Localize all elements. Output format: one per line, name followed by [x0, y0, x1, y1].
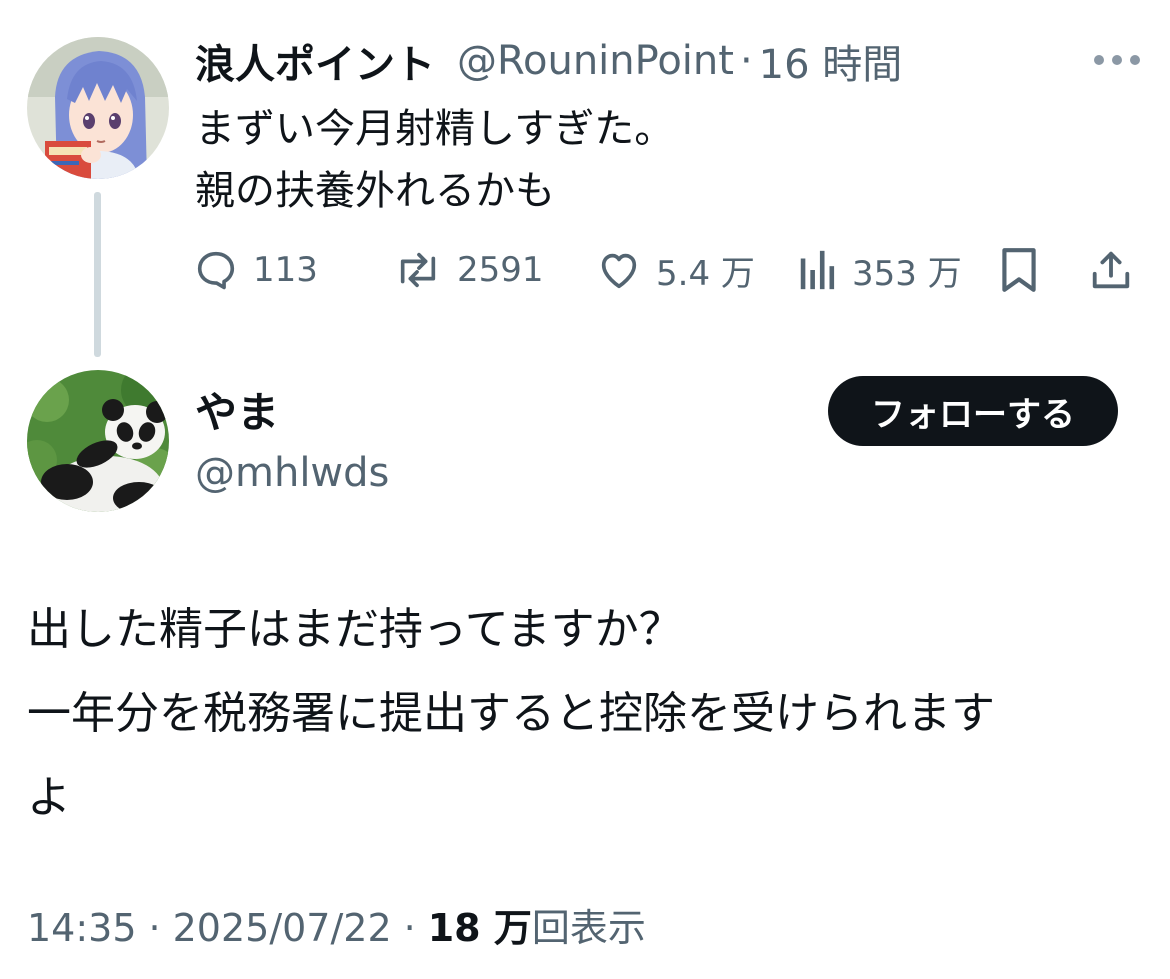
like-button[interactable]: 5.4 万	[596, 240, 755, 300]
reply-tweet-line: よ	[27, 772, 71, 823]
more-options-icon[interactable]	[1094, 52, 1140, 68]
tweet-views-label: 回表示	[531, 906, 646, 950]
thread-connector-line	[94, 192, 101, 357]
tweet-date[interactable]: 2025/07/22	[173, 900, 392, 956]
meta-separator: ·	[403, 906, 416, 950]
reply-button[interactable]: 113	[193, 240, 318, 300]
views-count: 353 万	[852, 253, 962, 294]
retweet-count: 2591	[457, 250, 544, 290]
panda-avatar-icon	[27, 370, 169, 512]
tweet-views-count: 18 万	[427, 906, 532, 950]
reply-author-name[interactable]: やま	[195, 385, 279, 441]
bookmark-button[interactable]	[998, 240, 1040, 300]
reply-tweet-text: 出した精子はまだ持ってますか？ 一年分を税務署に提出すると控除を受けられます よ	[27, 588, 995, 840]
original-tweet-time[interactable]: 16 時間	[759, 32, 903, 90]
original-tweet-header: 浪人ポイント @RouninPoint · 16 時間	[195, 34, 902, 88]
reply-tweet-line: 出した精子はまだ持ってますか？	[27, 604, 683, 655]
like-count: 5.4 万	[656, 253, 755, 294]
retweet-icon	[400, 252, 436, 288]
reply-author-avatar[interactable]	[27, 370, 169, 512]
analytics-icon	[800, 250, 835, 290]
reply-author-handle[interactable]: @mhlwds	[195, 443, 389, 503]
tweet-meta: 14:35 · 2025/07/22 · 18 万 回表示	[27, 900, 646, 956]
original-tweet-line: 親の扶養外れるかも	[195, 168, 555, 214]
views-button[interactable]: 353 万	[798, 240, 962, 300]
bookmark-icon	[1002, 248, 1036, 292]
retweet-button[interactable]: 2591	[393, 240, 544, 300]
reply-tweet-line: 一年分を税務署に提出すると控除を受けられます	[27, 688, 995, 739]
share-button[interactable]	[1088, 240, 1134, 300]
original-author-handle[interactable]: @RouninPoint	[457, 38, 734, 84]
meta-separator: ·	[148, 906, 161, 950]
heart-icon	[601, 253, 637, 289]
anime-character-avatar-icon	[27, 37, 169, 179]
header-separator: ·	[739, 38, 753, 84]
original-tweet-line: まずい今月射精しすぎた。	[195, 106, 675, 152]
original-author-avatar[interactable]	[27, 37, 169, 179]
follow-button[interactable]: フォローする	[828, 376, 1118, 446]
reply-count: 113	[253, 250, 318, 290]
original-author-name[interactable]: 浪人ポイント	[195, 32, 435, 90]
reply-icon	[197, 251, 235, 290]
original-tweet-text: まずい今月射精しすぎた。 親の扶養外れるかも	[195, 98, 674, 222]
tweet-action-bar: 113 2591 5.4 万 353 万	[193, 240, 1143, 300]
tweet-time[interactable]: 14:35	[27, 900, 137, 956]
share-icon	[1092, 251, 1130, 289]
